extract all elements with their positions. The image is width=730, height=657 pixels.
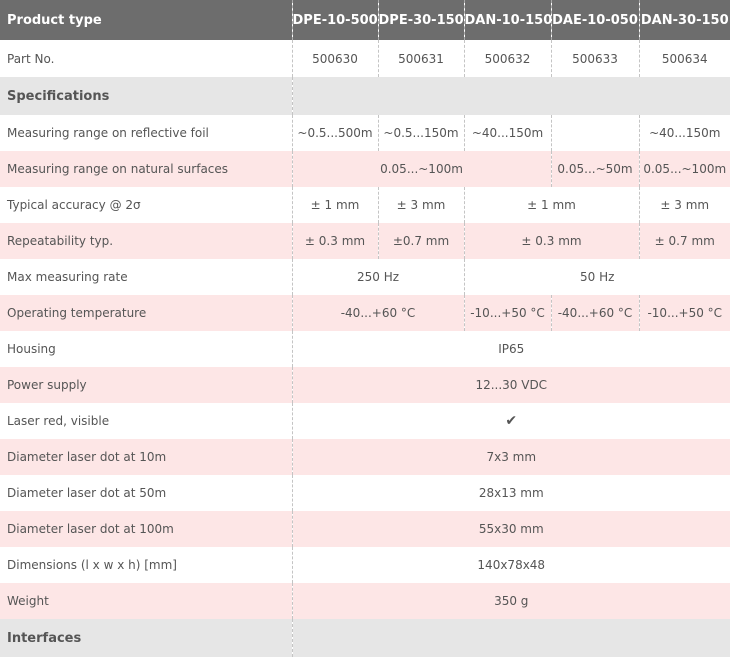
row-label: Diameter laser dot at 10m [0,439,292,475]
cell-value: IP65 [291,331,730,367]
cell-value: 7x3 mm [291,439,730,475]
model-header: DAN-30-150 [638,0,730,40]
cell-value: 50 Hz [463,259,730,295]
section-title: Interfaces [0,619,292,657]
table-row: Operating temperature -40...+60 °C -10..… [0,295,730,331]
table-row: Diameter laser dot at 50m 28x13 mm [0,475,730,511]
table-row: Power supply 12...30 VDC [0,367,730,403]
cell-value: ~0.5...500m [291,115,378,151]
cell-value: 140x78x48 [291,547,730,583]
model-header: DAE-10-050 [550,0,639,40]
cell-value: 500634 [638,40,730,77]
cell-value: ± 3 mm [638,187,730,223]
cell-value: ~0.5...150m [377,115,464,151]
table-row: Typical accuracy @ 2σ ± 1 mm ± 3 mm ± 1 … [0,187,730,223]
table-row: Weight 350 g [0,583,730,619]
table-row: Diameter laser dot at 10m 7x3 mm [0,439,730,475]
header-row: Product type DPE-10-500 DPE-30-150 DAN-1… [0,0,730,40]
cell-value: ± 1 mm [291,187,378,223]
row-label: Measuring range on natural surfaces [0,151,292,187]
cell-value: -40...+60 °C [550,295,639,331]
cell-value: -10...+50 °C [463,295,551,331]
section-filler [291,619,730,657]
cell-value: 500630 [291,40,378,77]
cell-value: 55x30 mm [291,511,730,547]
cell-value: ~40...150m [463,115,551,151]
row-label: Part No. [0,40,292,77]
cell-value: ✔ [291,403,730,439]
row-label: Max measuring rate [0,259,292,295]
cell-value: ± 0.3 mm [291,223,378,259]
cell-value: 500633 [550,40,639,77]
model-header: DAN-10-150 [463,0,551,40]
row-label: Laser red, visible [0,403,292,439]
cell-value: 12...30 VDC [291,367,730,403]
cell-value: 0.05...~100m [291,151,551,187]
product-spec-table: Product type DPE-10-500 DPE-30-150 DAN-1… [0,0,730,657]
table-row: Measuring range on natural surfaces 0.05… [0,151,730,187]
cell-value: 500632 [463,40,551,77]
cell-value: -40...+60 °C [291,295,464,331]
cell-value: ± 3 mm [377,187,464,223]
cell-value: 28x13 mm [291,475,730,511]
cell-value: ± 0.3 mm [463,223,639,259]
model-header: DPE-10-500 [291,0,378,40]
table-row: Repeatability typ. ± 0.3 mm ±0.7 mm ± 0.… [0,223,730,259]
cell-value: 250 Hz [291,259,464,295]
section-row-interfaces: Interfaces [0,619,730,657]
row-label: Power supply [0,367,292,403]
row-label: Operating temperature [0,295,292,331]
row-label: Weight [0,583,292,619]
cell-value: ±0.7 mm [377,223,464,259]
cell-value: 500631 [377,40,464,77]
table-row: Housing IP65 [0,331,730,367]
row-label: Housing [0,331,292,367]
cell-value: 0.05...~50m [550,151,639,187]
cell-value [550,115,639,151]
cell-value: ~40...150m [638,115,730,151]
row-label: Typical accuracy @ 2σ [0,187,292,223]
checkmark-icon: ✔ [505,413,518,429]
section-row-specifications: Specifications [0,77,730,115]
row-label: Dimensions (l x w x h) [mm] [0,547,292,583]
section-title: Specifications [0,77,292,115]
row-label: Measuring range on reflective foil [0,115,292,151]
section-filler [291,77,730,115]
table-row: Laser red, visible ✔ [0,403,730,439]
row-label: Diameter laser dot at 100m [0,511,292,547]
cell-value: 350 g [291,583,730,619]
cell-value: ± 0.7 mm [638,223,730,259]
cell-value: 0.05...~100m [638,151,730,187]
table-row: Max measuring rate 250 Hz 50 Hz [0,259,730,295]
table-row: Diameter laser dot at 100m 55x30 mm [0,511,730,547]
row-label: Diameter laser dot at 50m [0,475,292,511]
row-label: Repeatability typ. [0,223,292,259]
model-header: DPE-30-150 [377,0,464,40]
table-row: Measuring range on reflective foil ~0.5.… [0,115,730,151]
table-row: Part No. 500630 500631 500632 500633 500… [0,40,730,77]
header-label: Product type [0,0,292,40]
cell-value: ± 1 mm [463,187,639,223]
table-row: Dimensions (l x w x h) [mm] 140x78x48 [0,547,730,583]
cell-value: -10...+50 °C [638,295,730,331]
